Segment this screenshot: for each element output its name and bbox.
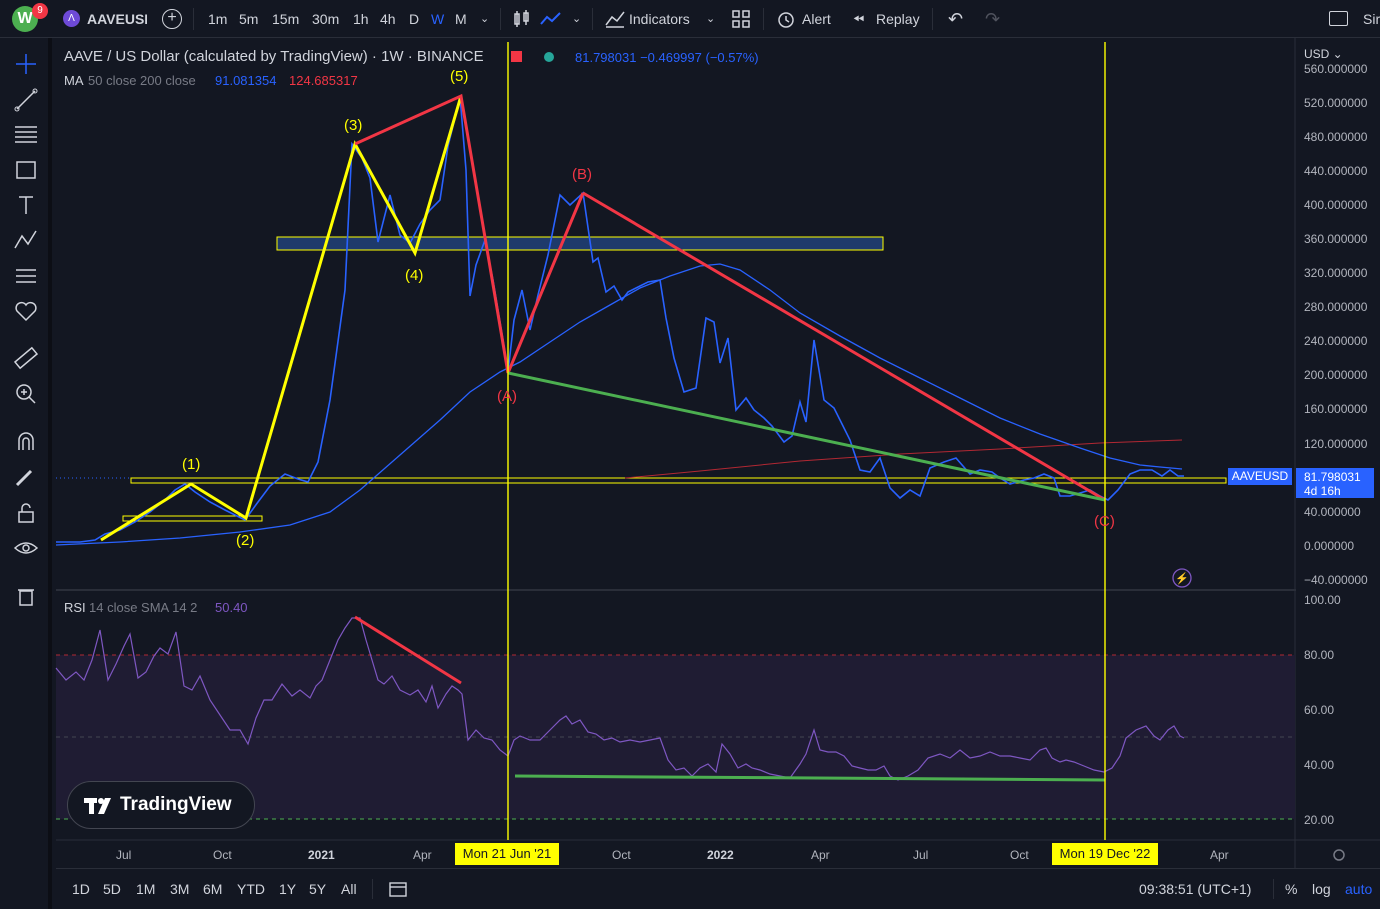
wave-label-c: (C) (1094, 513, 1115, 530)
time-tick: 2022 (707, 848, 734, 862)
rsi-tick: 60.00 (1304, 703, 1335, 717)
price-line (56, 95, 1184, 543)
last-price-badge: 81.798031 4d 16h (1296, 468, 1374, 498)
price-tick: −40.000000 (1304, 573, 1368, 587)
time-tick: Apr (413, 848, 432, 862)
price-tick: 0.000000 (1304, 539, 1355, 553)
range-6m[interactable]: 6M (203, 869, 222, 909)
price-tick: 360.000000 (1304, 232, 1368, 246)
tradingview-logo-icon (84, 798, 111, 814)
auto-toggle[interactable]: auto (1345, 869, 1372, 909)
price-tick: 240.000000 (1304, 334, 1368, 348)
range-1y[interactable]: 1Y (279, 869, 296, 909)
rsi-value: 50.40 (215, 600, 248, 615)
price-tick: 280.000000 (1304, 300, 1368, 314)
price-values: 81.798031 −0.469997 (−0.57%) (575, 50, 759, 65)
time-marker-jun21: Mon 21 Jun '21 (455, 843, 559, 865)
ma50-line (55, 263, 1183, 546)
range-ytd[interactable]: YTD (237, 869, 265, 909)
time-tick: Oct (213, 848, 232, 862)
range-1m[interactable]: 1M (136, 869, 155, 909)
log-toggle[interactable]: log (1312, 869, 1331, 909)
ma-label[interactable]: MA (64, 73, 84, 88)
tradingview-logo-text: TradingView (120, 794, 232, 815)
price-tick: 120.000000 (1304, 437, 1368, 451)
price-tick: 160.000000 (1304, 402, 1368, 416)
price-tick: 440.000000 (1304, 164, 1368, 178)
correction-wave[interactable] (354, 93, 510, 374)
price-tick: 480.000000 (1304, 130, 1368, 144)
price-tick: 520.000000 (1304, 96, 1368, 110)
bolt-glyph: ⚡ (1175, 572, 1189, 585)
price-tick: 40.000000 (1304, 505, 1361, 519)
last-price: 81.798031 (1304, 470, 1361, 484)
symbol-badge: AAVEUSD (1228, 468, 1292, 485)
time-tick: Oct (612, 848, 631, 862)
price-tick: 400.000000 (1304, 198, 1368, 212)
time-tick: Apr (811, 848, 830, 862)
percent-toggle[interactable]: % (1285, 869, 1297, 909)
rsi-tick: 100.00 (1304, 593, 1341, 607)
time-tick: Oct (1010, 848, 1029, 862)
bar-countdown: 4d 16h (1304, 484, 1341, 498)
rsi-params: 14 close SMA 14 2 (89, 600, 198, 615)
currency-selector[interactable]: USD ⌄ (1304, 47, 1343, 61)
support-trendline[interactable] (507, 371, 1106, 502)
range-5y[interactable]: 5Y (309, 869, 326, 909)
time-tick: 2021 (308, 848, 335, 862)
tradingview-logo[interactable]: TradingView (67, 781, 255, 829)
range-5d[interactable]: 5D (103, 869, 121, 909)
price-tick: 200.000000 (1304, 368, 1368, 382)
time-tick: Apr (1210, 848, 1229, 862)
ma-params: 50 close 200 close (88, 73, 196, 88)
divider (1273, 879, 1274, 899)
wave-label-a: (A) (497, 388, 517, 405)
wave-label-2: (2) (236, 532, 255, 549)
price-tick: 320.000000 (1304, 266, 1368, 280)
rsi-tick: 40.00 (1304, 758, 1335, 772)
price-tick: 560.000000 (1304, 62, 1368, 76)
clock-timezone[interactable]: 09:38:51 (UTC+1) (1139, 869, 1251, 909)
divider (372, 879, 373, 899)
ma200-line (624, 439, 1183, 479)
wave-label-1: (1) (182, 456, 201, 473)
time-tick: Jul (116, 848, 132, 862)
flag-icon[interactable] (511, 51, 522, 62)
range-all[interactable]: All (341, 869, 357, 909)
rsi-tick: 80.00 (1304, 648, 1335, 662)
wave-label-5: (5) (450, 68, 469, 85)
chart-title[interactable]: AAVE / US Dollar (calculated by TradingV… (64, 48, 484, 65)
wave-label-b: (B) (572, 166, 592, 183)
rsi-label[interactable]: RSI (64, 600, 86, 615)
market-status-icon (544, 52, 554, 62)
time-marker-dec22: Mon 19 Dec '22 (1052, 843, 1158, 865)
time-tick: Jul (913, 848, 929, 862)
ma-value-50: 91.081354 (215, 73, 277, 88)
chart-canvas[interactable]: ⚡ (0, 0, 1380, 909)
rsi-tick: 20.00 (1304, 813, 1335, 827)
settings-gear-icon[interactable] (1333, 849, 1345, 861)
ma-value-200: 124.685317 (289, 73, 358, 88)
wave-label-4: (4) (405, 267, 424, 284)
date-range-icon[interactable] (389, 880, 407, 898)
correction-b-line-up[interactable] (506, 192, 585, 374)
bottom-toolbar: 1D 5D 1M 3M 6M YTD 1Y 5Y All 09:38:51 (U… (56, 868, 1380, 909)
range-1d[interactable]: 1D (72, 869, 90, 909)
resistance-zone[interactable] (276, 236, 884, 251)
range-3m[interactable]: 3M (170, 869, 189, 909)
wave-label-3: (3) (344, 117, 363, 134)
impulse-wave[interactable] (100, 95, 463, 542)
